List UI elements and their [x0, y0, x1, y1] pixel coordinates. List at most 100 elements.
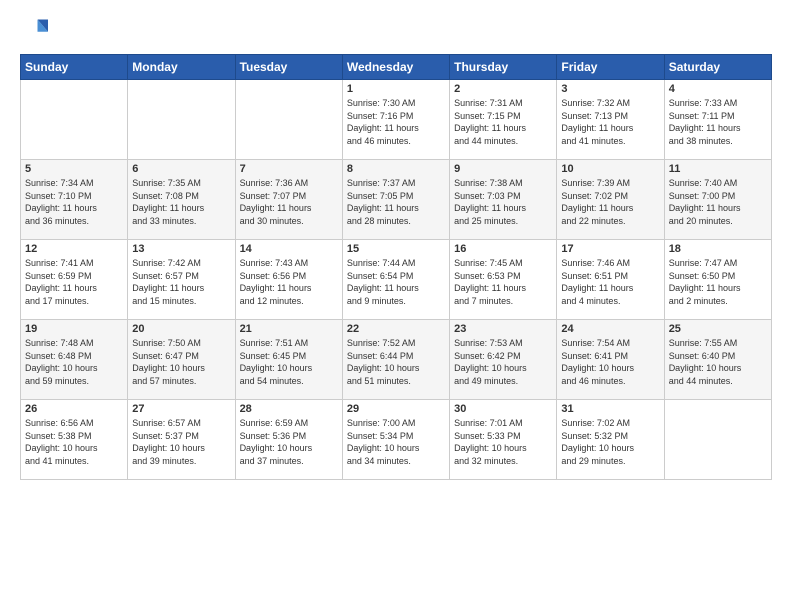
- calendar-week-5: 26 Sunrise: 6:56 AM Sunset: 5:38 PM Dayli…: [21, 400, 772, 480]
- day-info: Sunrise: 7:43 AM Sunset: 6:56 PM Dayligh…: [240, 257, 338, 307]
- day-number: 2: [454, 83, 552, 95]
- calendar-cell: 10 Sunrise: 7:39 AM Sunset: 7:02 PM Dayli…: [557, 160, 664, 240]
- day-number: 27: [132, 403, 230, 415]
- day-info: Sunrise: 7:32 AM Sunset: 7:13 PM Dayligh…: [561, 97, 659, 147]
- weekday-header-monday: Monday: [128, 55, 235, 80]
- day-number: 3: [561, 83, 659, 95]
- calendar-cell: [21, 80, 128, 160]
- calendar-cell: 20 Sunrise: 7:50 AM Sunset: 6:47 PM Dayli…: [128, 320, 235, 400]
- header: [20, 16, 772, 44]
- day-info: Sunrise: 7:44 AM Sunset: 6:54 PM Dayligh…: [347, 257, 445, 307]
- day-number: 20: [132, 323, 230, 335]
- calendar-cell: 19 Sunrise: 7:48 AM Sunset: 6:48 PM Dayli…: [21, 320, 128, 400]
- logo-icon: [20, 16, 48, 44]
- day-number: 1: [347, 83, 445, 95]
- day-number: 25: [669, 323, 767, 335]
- calendar-cell: 1Sunrise: 7:30 AM Sunset: 7:16 PM Daylig…: [342, 80, 449, 160]
- calendar-cell: 5 Sunrise: 7:34 AM Sunset: 7:10 PM Daylig…: [21, 160, 128, 240]
- calendar-cell: 23Sunrise: 7:53 AM Sunset: 6:42 PM Dayli…: [450, 320, 557, 400]
- calendar-cell: 31 Sunrise: 7:02 AM Sunset: 5:32 PM Dayli…: [557, 400, 664, 480]
- day-info: Sunrise: 7:02 AM Sunset: 5:32 PM Dayligh…: [561, 417, 659, 467]
- day-number: 12: [25, 243, 123, 255]
- day-info: Sunrise: 6:59 AM Sunset: 5:36 PM Dayligh…: [240, 417, 338, 467]
- calendar-cell: 12 Sunrise: 7:41 AM Sunset: 6:59 PM Dayli…: [21, 240, 128, 320]
- day-number: 11: [669, 163, 767, 175]
- day-number: 6: [132, 163, 230, 175]
- day-info: Sunrise: 7:47 AM Sunset: 6:50 PM Dayligh…: [669, 257, 767, 307]
- day-info: Sunrise: 7:39 AM Sunset: 7:02 PM Dayligh…: [561, 177, 659, 227]
- day-info: Sunrise: 7:40 AM Sunset: 7:00 PM Dayligh…: [669, 177, 767, 227]
- day-info: Sunrise: 7:45 AM Sunset: 6:53 PM Dayligh…: [454, 257, 552, 307]
- day-number: 26: [25, 403, 123, 415]
- day-number: 8: [347, 163, 445, 175]
- calendar-body: 1Sunrise: 7:30 AM Sunset: 7:16 PM Daylig…: [21, 80, 772, 480]
- calendar-cell: 22 Sunrise: 7:52 AM Sunset: 6:44 PM Dayli…: [342, 320, 449, 400]
- logo: [20, 16, 52, 44]
- calendar-cell: 16Sunrise: 7:45 AM Sunset: 6:53 PM Dayli…: [450, 240, 557, 320]
- day-number: 30: [454, 403, 552, 415]
- calendar-cell: [128, 80, 235, 160]
- day-info: Sunrise: 6:57 AM Sunset: 5:37 PM Dayligh…: [132, 417, 230, 467]
- weekday-header-sunday: Sunday: [21, 55, 128, 80]
- calendar-header: SundayMondayTuesdayWednesdayThursdayFrid…: [21, 55, 772, 80]
- calendar-page: SundayMondayTuesdayWednesdayThursdayFrid…: [0, 0, 792, 612]
- calendar-cell: 27 Sunrise: 6:57 AM Sunset: 5:37 PM Dayli…: [128, 400, 235, 480]
- weekday-header-wednesday: Wednesday: [342, 55, 449, 80]
- calendar-cell: 24 Sunrise: 7:54 AM Sunset: 6:41 PM Dayli…: [557, 320, 664, 400]
- day-number: 13: [132, 243, 230, 255]
- day-number: 29: [347, 403, 445, 415]
- day-info: Sunrise: 7:41 AM Sunset: 6:59 PM Dayligh…: [25, 257, 123, 307]
- day-info: Sunrise: 7:35 AM Sunset: 7:08 PM Dayligh…: [132, 177, 230, 227]
- weekday-header-tuesday: Tuesday: [235, 55, 342, 80]
- day-number: 14: [240, 243, 338, 255]
- day-info: Sunrise: 7:42 AM Sunset: 6:57 PM Dayligh…: [132, 257, 230, 307]
- weekday-header-friday: Friday: [557, 55, 664, 80]
- calendar-cell: 29Sunrise: 7:00 AM Sunset: 5:34 PM Dayli…: [342, 400, 449, 480]
- day-info: Sunrise: 7:52 AM Sunset: 6:44 PM Dayligh…: [347, 337, 445, 387]
- calendar-cell: 30 Sunrise: 7:01 AM Sunset: 5:33 PM Dayli…: [450, 400, 557, 480]
- calendar-cell: 6 Sunrise: 7:35 AM Sunset: 7:08 PM Daylig…: [128, 160, 235, 240]
- weekday-header-thursday: Thursday: [450, 55, 557, 80]
- day-number: 23: [454, 323, 552, 335]
- calendar-week-1: 1Sunrise: 7:30 AM Sunset: 7:16 PM Daylig…: [21, 80, 772, 160]
- day-number: 19: [25, 323, 123, 335]
- day-info: Sunrise: 7:34 AM Sunset: 7:10 PM Dayligh…: [25, 177, 123, 227]
- day-number: 31: [561, 403, 659, 415]
- calendar-cell: 4 Sunrise: 7:33 AM Sunset: 7:11 PM Daylig…: [664, 80, 771, 160]
- day-info: Sunrise: 7:46 AM Sunset: 6:51 PM Dayligh…: [561, 257, 659, 307]
- day-info: Sunrise: 7:36 AM Sunset: 7:07 PM Dayligh…: [240, 177, 338, 227]
- day-info: Sunrise: 7:01 AM Sunset: 5:33 PM Dayligh…: [454, 417, 552, 467]
- day-info: Sunrise: 6:56 AM Sunset: 5:38 PM Dayligh…: [25, 417, 123, 467]
- calendar-cell: 26 Sunrise: 6:56 AM Sunset: 5:38 PM Dayli…: [21, 400, 128, 480]
- calendar-cell: 17 Sunrise: 7:46 AM Sunset: 6:51 PM Dayli…: [557, 240, 664, 320]
- calendar-cell: 7 Sunrise: 7:36 AM Sunset: 7:07 PM Daylig…: [235, 160, 342, 240]
- calendar-cell: 18Sunrise: 7:47 AM Sunset: 6:50 PM Dayli…: [664, 240, 771, 320]
- calendar-cell: 15 Sunrise: 7:44 AM Sunset: 6:54 PM Dayli…: [342, 240, 449, 320]
- day-info: Sunrise: 7:54 AM Sunset: 6:41 PM Dayligh…: [561, 337, 659, 387]
- day-info: Sunrise: 7:48 AM Sunset: 6:48 PM Dayligh…: [25, 337, 123, 387]
- day-info: Sunrise: 7:31 AM Sunset: 7:15 PM Dayligh…: [454, 97, 552, 147]
- day-number: 10: [561, 163, 659, 175]
- day-info: Sunrise: 7:50 AM Sunset: 6:47 PM Dayligh…: [132, 337, 230, 387]
- calendar-cell: 25Sunrise: 7:55 AM Sunset: 6:40 PM Dayli…: [664, 320, 771, 400]
- day-number: 21: [240, 323, 338, 335]
- weekday-row: SundayMondayTuesdayWednesdayThursdayFrid…: [21, 55, 772, 80]
- day-number: 28: [240, 403, 338, 415]
- day-info: Sunrise: 7:33 AM Sunset: 7:11 PM Dayligh…: [669, 97, 767, 147]
- day-number: 15: [347, 243, 445, 255]
- calendar-cell: [235, 80, 342, 160]
- day-number: 7: [240, 163, 338, 175]
- calendar-cell: 21Sunrise: 7:51 AM Sunset: 6:45 PM Dayli…: [235, 320, 342, 400]
- day-number: 17: [561, 243, 659, 255]
- day-number: 9: [454, 163, 552, 175]
- day-number: 24: [561, 323, 659, 335]
- day-number: 4: [669, 83, 767, 95]
- calendar-cell: [664, 400, 771, 480]
- day-info: Sunrise: 7:37 AM Sunset: 7:05 PM Dayligh…: [347, 177, 445, 227]
- calendar-table: SundayMondayTuesdayWednesdayThursdayFrid…: [20, 54, 772, 480]
- calendar-cell: 28 Sunrise: 6:59 AM Sunset: 5:36 PM Dayli…: [235, 400, 342, 480]
- calendar-cell: 3 Sunrise: 7:32 AM Sunset: 7:13 PM Daylig…: [557, 80, 664, 160]
- calendar-cell: 11 Sunrise: 7:40 AM Sunset: 7:00 PM Dayli…: [664, 160, 771, 240]
- day-number: 22: [347, 323, 445, 335]
- day-number: 5: [25, 163, 123, 175]
